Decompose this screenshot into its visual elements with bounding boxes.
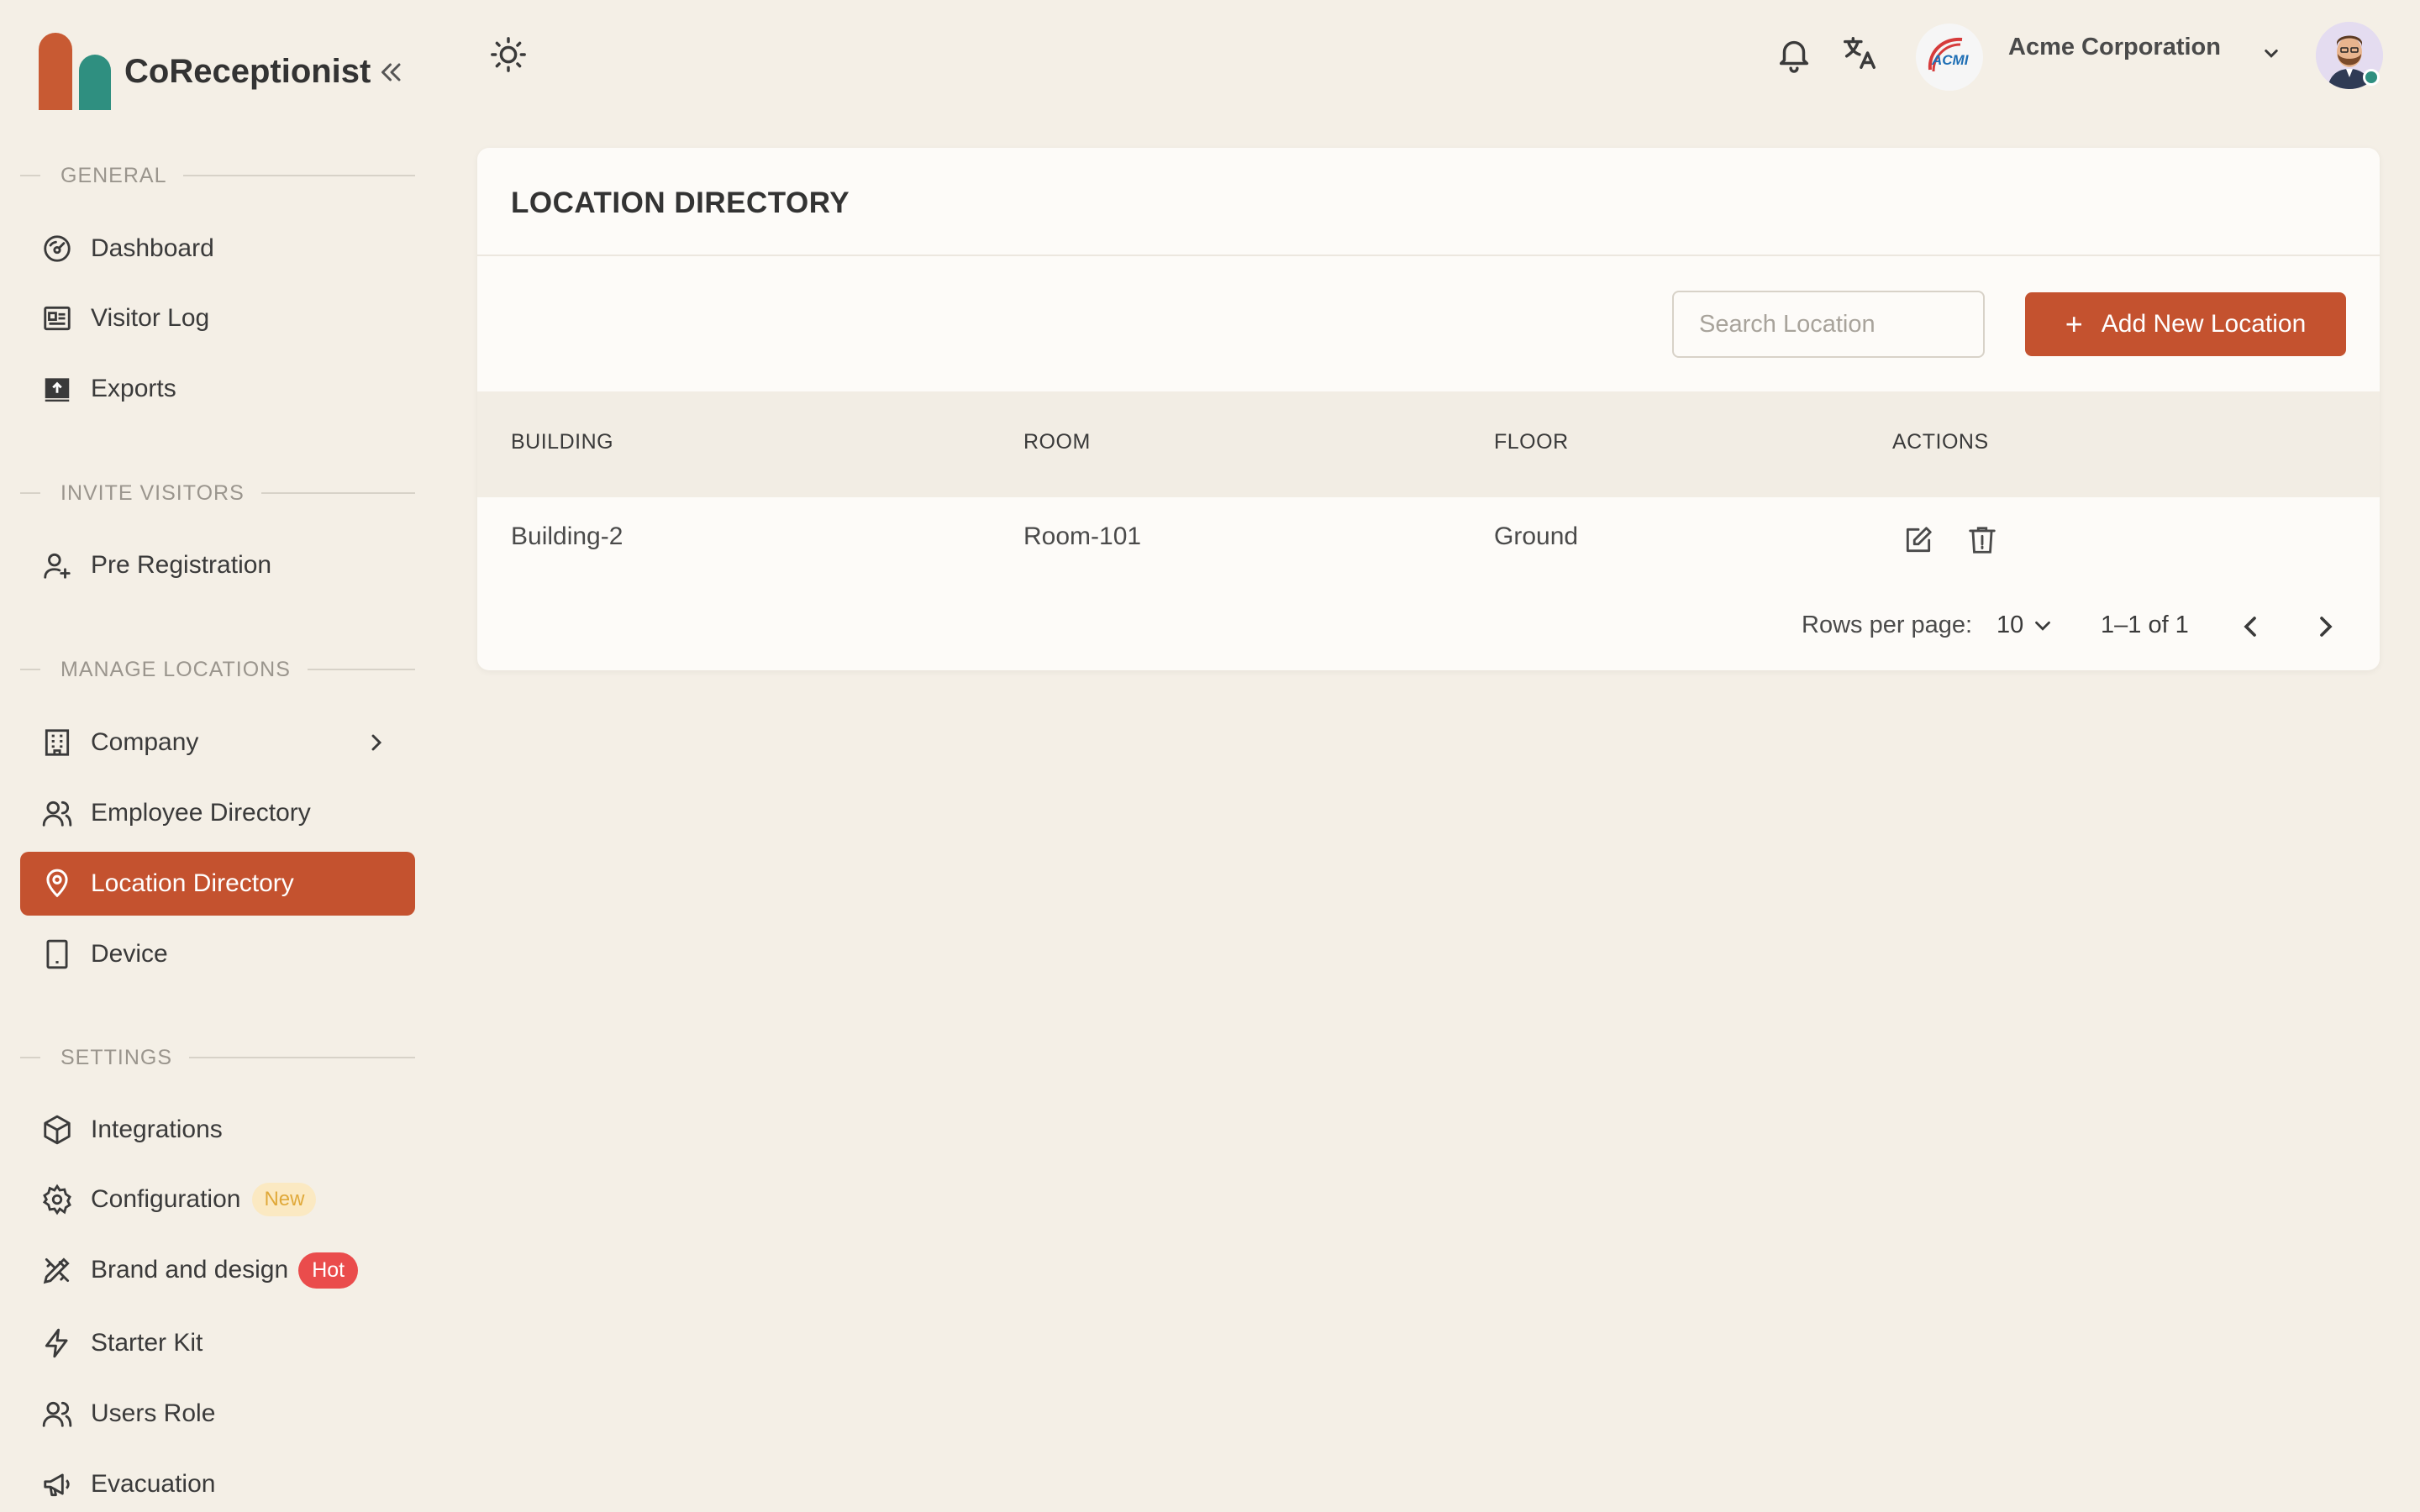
user-plus-icon: [40, 549, 74, 582]
export-icon: [40, 372, 74, 406]
sidebar-item-label: Starter Kit: [91, 1329, 203, 1357]
users-role-icon: [40, 1397, 74, 1431]
pagination-range: 1–1 of 1: [2101, 612, 2189, 638]
table-row: Building-2 Room-101 Ground: [477, 497, 2380, 583]
search-input[interactable]: [1672, 291, 1985, 358]
app-logo: [39, 33, 111, 110]
translate-icon[interactable]: [1840, 34, 1879, 72]
sidebar-item-company[interactable]: Company: [20, 711, 415, 774]
bell-icon[interactable]: [1775, 34, 1813, 74]
sidebar-item-label: Pre Registration: [91, 551, 272, 579]
sidebar: CoReceptionist GENERAL Dashboard Visitor…: [0, 0, 437, 1512]
cell-floor: Ground: [1494, 522, 1579, 550]
sidebar-item-label: Company: [91, 728, 199, 756]
acme-logo-icon: ACMI: [1928, 37, 1970, 72]
new-badge: New: [252, 1183, 317, 1216]
megaphone-icon: [40, 1467, 74, 1501]
visitor-log-icon: [40, 302, 74, 335]
column-header-room[interactable]: ROOM: [1023, 430, 1091, 454]
building-icon: [40, 726, 74, 759]
sidebar-item-label: Integrations: [91, 1116, 223, 1143]
sun-icon[interactable]: [489, 35, 528, 74]
collapse-sidebar-icon[interactable]: [376, 57, 407, 87]
design-tools-icon: [40, 1253, 74, 1287]
cube-icon: [40, 1113, 74, 1147]
section-label-manage-locations: MANAGE LOCATIONS: [20, 657, 415, 682]
map-pin-icon: [40, 867, 74, 900]
online-status-dot: [2363, 69, 2380, 86]
divider: [477, 255, 2380, 256]
rows-per-page-select[interactable]: 10: [1996, 612, 2023, 639]
location-directory-card: LOCATION DIRECTORY + Add New Location BU…: [477, 148, 2380, 670]
sidebar-item-label: Exports: [91, 375, 176, 402]
lightning-icon: [40, 1326, 74, 1360]
chevron-down-icon[interactable]: [2030, 613, 2055, 638]
app-name: CoReceptionist: [124, 52, 371, 90]
sidebar-item-label: Device: [91, 940, 168, 968]
sidebar-item-location-directory[interactable]: Location Directory: [20, 852, 415, 916]
next-page-button[interactable]: [2309, 610, 2343, 643]
rows-per-page-label: Rows per page:: [1802, 612, 1973, 638]
users-icon: [40, 796, 74, 830]
sidebar-item-integrations[interactable]: Integrations: [20, 1098, 415, 1162]
sidebar-item-starter-kit[interactable]: Starter Kit: [20, 1311, 415, 1375]
sidebar-item-employee-directory[interactable]: Employee Directory: [20, 781, 415, 845]
sidebar-item-label: Visitor Log: [91, 304, 210, 332]
sidebar-item-label: Dashboard: [91, 234, 214, 262]
sidebar-item-configuration[interactable]: Configuration New: [20, 1168, 415, 1231]
sidebar-item-label: Configuration: [91, 1185, 241, 1213]
sidebar-item-users-role[interactable]: Users Role: [20, 1382, 415, 1446]
company-name[interactable]: Acme Corporation: [2008, 34, 2221, 61]
edit-icon[interactable]: [1902, 524, 1934, 556]
sidebar-item-visitor-log[interactable]: Visitor Log: [20, 286, 415, 350]
sidebar-item-exports[interactable]: Exports: [20, 357, 415, 421]
dashboard-gauge-icon: [40, 232, 74, 265]
sidebar-item-label: Brand and design: [91, 1256, 289, 1284]
sidebar-item-brand-and-design[interactable]: Brand and design Hot: [20, 1238, 415, 1302]
table-header: BUILDING ROOM FLOOR ACTIONS: [477, 391, 2380, 497]
add-new-location-button[interactable]: + Add New Location: [2025, 292, 2346, 356]
section-label-general: GENERAL: [20, 163, 415, 188]
trash-icon[interactable]: [1966, 524, 1998, 556]
sidebar-item-pre-registration[interactable]: Pre Registration: [20, 533, 415, 597]
sidebar-item-evacuation[interactable]: Evacuation: [20, 1452, 415, 1512]
sidebar-item-device[interactable]: Device: [20, 922, 415, 986]
page-title: LOCATION DIRECTORY: [511, 186, 850, 219]
plus-icon: +: [2065, 307, 2083, 341]
gear-icon: [40, 1183, 74, 1216]
sidebar-item-label: Users Role: [91, 1399, 216, 1427]
company-logo-text: ACMI: [1931, 52, 1970, 68]
company-logo[interactable]: ACMI: [1916, 24, 1983, 91]
brand[interactable]: CoReceptionist: [39, 32, 371, 111]
cell-room: Room-101: [1023, 522, 1142, 550]
sidebar-item-label: Evacuation: [91, 1470, 216, 1498]
sidebar-item-dashboard[interactable]: Dashboard: [20, 217, 415, 281]
column-header-floor[interactable]: FLOOR: [1494, 430, 1569, 454]
sidebar-item-label: Location Directory: [91, 869, 294, 897]
column-header-actions: ACTIONS: [1892, 430, 1989, 454]
previous-page-button[interactable]: [2233, 610, 2267, 643]
cell-building: Building-2: [511, 522, 623, 550]
hot-badge: Hot: [298, 1252, 359, 1289]
section-label-settings: SETTINGS: [20, 1045, 415, 1070]
chevron-down-icon[interactable]: [2259, 40, 2284, 66]
column-header-building[interactable]: BUILDING: [511, 430, 613, 454]
section-label-invite-visitors: INVITE VISITORS: [20, 480, 415, 506]
add-new-location-label: Add New Location: [2101, 310, 2307, 338]
chevron-right-icon: [371, 734, 382, 751]
sidebar-item-label: Employee Directory: [91, 799, 311, 827]
tablet-icon: [40, 937, 74, 971]
